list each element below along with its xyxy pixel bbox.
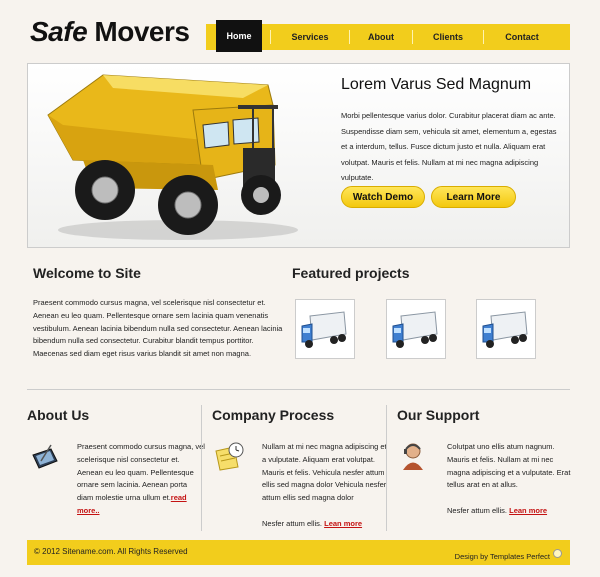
truck-icon xyxy=(482,311,528,348)
support-body: Colutpat uno ellis atum nagnum. Mauris e… xyxy=(447,442,571,490)
process-body: Nullam at mi nec magna adipiscing et a v… xyxy=(262,442,387,503)
section-divider xyxy=(27,389,570,390)
process-text: Nullam at mi nec magna adipiscing et a v… xyxy=(262,441,390,531)
support-body-2: Nesfer attum ellis. xyxy=(447,505,510,515)
nav-item-services[interactable]: Services xyxy=(271,24,349,50)
hero-text: Morbi pellentesque varius dolor. Curabit… xyxy=(341,111,557,182)
truck-icon xyxy=(392,311,438,348)
truck-icon xyxy=(301,311,347,348)
learn-more-button[interactable]: Learn More xyxy=(431,186,516,208)
nav-item-contact[interactable]: Contact xyxy=(484,24,560,50)
featured-project-thumb[interactable] xyxy=(386,299,446,359)
nav-item-clients[interactable]: Clients xyxy=(413,24,483,50)
welcome-text: Praesent commodo cursus magna, vel scele… xyxy=(33,298,283,359)
logo-part-movers: Movers xyxy=(87,16,190,47)
column-separator xyxy=(386,405,387,531)
notes-clock-icon xyxy=(215,442,244,471)
process-body-2: Nesfer attum ellis. xyxy=(262,518,325,528)
hero-banner: Lorem Varus Sed Magnum Morbi pellentesqu… xyxy=(27,63,570,248)
footer-credit-link[interactable]: Design by Templates Perfect xyxy=(455,552,550,561)
featured-title: Featured projects xyxy=(292,265,410,281)
nav-item-about[interactable]: About xyxy=(350,24,412,50)
about-title: About Us xyxy=(27,407,90,423)
tablet-icon xyxy=(32,444,58,469)
process-section: Company Process Nullam at mi nec magna a… xyxy=(212,405,392,533)
about-text: Praesent commodo cursus magna, vel scele… xyxy=(77,441,205,518)
footer-copyright: © 2012 Sitename.com. All Rights Reserved xyxy=(34,547,188,556)
process-learn-more-link[interactable]: Lean more xyxy=(324,519,362,528)
site-logo[interactable]: Safe Movers xyxy=(30,16,190,48)
watch-demo-button[interactable]: Watch Demo xyxy=(341,186,425,208)
support-section: Our Support Colutpat uno ellis atum nagn… xyxy=(397,405,577,533)
support-agent-icon xyxy=(403,443,423,470)
support-title: Our Support xyxy=(397,407,480,423)
about-section: About Us Praesent commodo cursus magna, … xyxy=(27,405,207,533)
column-separator xyxy=(201,405,202,531)
featured-project-thumb[interactable] xyxy=(295,299,355,359)
support-text: Colutpat uno ellis atum nagnum. Mauris e… xyxy=(447,441,575,518)
credit-badge-icon xyxy=(553,549,562,558)
dump-truck-image xyxy=(47,74,298,240)
process-title: Company Process xyxy=(212,407,335,423)
hero-title: Lorem Varus Sed Magnum xyxy=(341,76,532,93)
nav-item-home[interactable]: Home xyxy=(216,19,262,52)
main-nav: Home Services About Clients Contact xyxy=(206,19,570,52)
welcome-title: Welcome to Site xyxy=(33,265,141,281)
logo-part-safe: Safe xyxy=(30,16,88,47)
support-learn-more-link[interactable]: Lean more xyxy=(509,506,547,515)
featured-project-thumb[interactable] xyxy=(476,299,536,359)
footer: © 2012 Sitename.com. All Rights Reserved… xyxy=(27,540,570,565)
